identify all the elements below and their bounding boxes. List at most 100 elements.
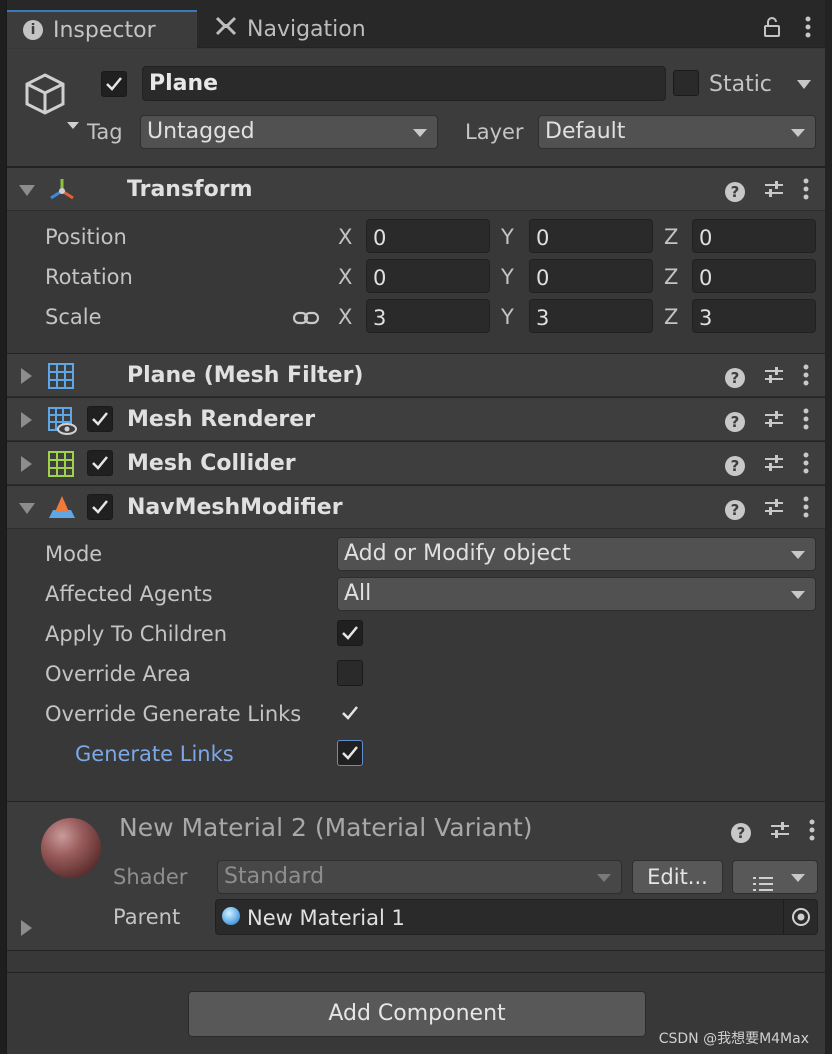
position-z-field[interactable]: 0	[692, 219, 816, 253]
mesh-renderer-icon	[47, 406, 77, 441]
presets-icon[interactable]	[763, 365, 785, 390]
mesh-renderer-enabled-checkbox[interactable]	[87, 406, 113, 432]
more-options-icon[interactable]	[803, 178, 809, 205]
foldout-closed-icon[interactable]	[21, 368, 32, 384]
shader-dropdown[interactable]: Standard	[217, 860, 622, 894]
more-options-icon[interactable]	[805, 16, 811, 43]
more-options-icon[interactable]	[803, 408, 809, 435]
tag-dropdown[interactable]: Untagged	[140, 115, 438, 149]
mesh-collider-title: Mesh Collider	[127, 451, 296, 476]
axis-x-label: X	[338, 225, 353, 249]
static-dropdown-icon[interactable]	[797, 80, 811, 89]
presets-icon[interactable]	[763, 453, 785, 478]
navmesh-modifier-body: Mode Add or Modify object Affected Agent…	[7, 529, 825, 801]
transform-body: Position Rotation Scale X 0 Y 0 Z 0 X 0 …	[7, 211, 825, 352]
navmesh-modifier-enabled-checkbox[interactable]	[87, 494, 113, 520]
mesh-renderer-header[interactable]: Mesh Renderer ?	[7, 397, 825, 441]
navmesh-modifier-title: NavMeshModifier	[127, 495, 343, 520]
generate-links-label: Generate Links	[75, 742, 234, 766]
mode-dropdown[interactable]: Add or Modify object	[337, 537, 816, 571]
gameobject-cube-icon[interactable]	[21, 69, 81, 134]
help-icon[interactable]: ?	[725, 367, 745, 388]
position-x-field[interactable]: 0	[366, 219, 490, 253]
layer-dropdown-arrow-icon	[791, 129, 805, 137]
scale-x-field[interactable]: 3	[366, 299, 490, 333]
mesh-collider-icon	[47, 450, 75, 483]
object-picker-icon[interactable]	[783, 900, 817, 934]
more-options-icon[interactable]	[809, 819, 815, 846]
position-label: Position	[45, 225, 127, 249]
active-checkbox[interactable]	[101, 71, 127, 97]
static-checkbox[interactable]	[673, 70, 699, 96]
navmesh-modifier-icon	[47, 494, 77, 527]
help-icon[interactable]: ?	[725, 411, 745, 432]
affected-agents-value: All	[344, 581, 372, 606]
presets-icon[interactable]	[763, 179, 785, 204]
scale-z-field[interactable]: 3	[692, 299, 816, 333]
rotation-y-field[interactable]: 0	[529, 259, 653, 293]
presets-icon[interactable]	[763, 497, 785, 522]
add-component-button[interactable]: Add Component	[188, 991, 646, 1037]
foldout-closed-icon[interactable]	[21, 456, 32, 472]
more-options-icon[interactable]	[803, 496, 809, 523]
layer-value: Default	[545, 119, 626, 144]
mesh-filter-header[interactable]: Plane (Mesh Filter) ?	[7, 353, 825, 397]
transform-header[interactable]: Transform ?	[7, 167, 825, 211]
material-section: New Material 2 (Material Variant) ? Shad…	[7, 801, 825, 951]
material-preview-sphere[interactable]	[41, 818, 101, 878]
help-icon[interactable]: ?	[731, 822, 751, 843]
rotation-x-field[interactable]: 0	[366, 259, 490, 293]
shader-value: Standard	[224, 864, 325, 889]
apply-to-children-checkbox[interactable]	[337, 620, 363, 646]
lock-icon[interactable]	[763, 16, 781, 43]
edit-shader-button[interactable]: Edit...	[632, 860, 723, 894]
more-options-icon[interactable]	[803, 452, 809, 479]
divider	[7, 972, 825, 973]
rotation-label: Rotation	[45, 265, 133, 289]
layer-label: Layer	[465, 120, 524, 144]
watermark: CSDN @我想要M4Max	[658, 1031, 809, 1047]
navmesh-modifier-header[interactable]: NavMeshModifier ?	[7, 485, 825, 529]
tag-value: Untagged	[147, 119, 255, 144]
generate-links-checkbox[interactable]	[337, 740, 363, 766]
apply-to-children-label: Apply To Children	[45, 622, 228, 646]
parent-object-field[interactable]: New Material 1	[215, 899, 818, 935]
tab-inspector-label: Inspector	[53, 17, 156, 43]
axis-y-label: Y	[501, 265, 514, 289]
presets-icon[interactable]	[769, 820, 791, 845]
axis-z-label: Z	[664, 265, 679, 289]
foldout-open-icon[interactable]	[19, 503, 35, 514]
help-icon[interactable]: ?	[725, 455, 745, 476]
axis-z-label: Z	[664, 225, 679, 249]
navigation-icon	[215, 16, 237, 42]
parent-label: Parent	[113, 905, 181, 929]
help-icon[interactable]: ?	[725, 181, 745, 202]
constrain-proportions-link-icon[interactable]	[292, 307, 320, 331]
affected-agents-dropdown[interactable]: All	[337, 577, 816, 611]
mesh-filter-title: Plane (Mesh Filter)	[127, 363, 364, 388]
info-icon: i	[23, 20, 43, 40]
tag-dropdown-arrow-icon	[413, 129, 427, 137]
foldout-open-icon[interactable]	[19, 185, 35, 196]
mesh-collider-enabled-checkbox[interactable]	[87, 450, 113, 476]
tab-inspector[interactable]: i Inspector	[7, 10, 197, 48]
mode-label: Mode	[45, 542, 103, 566]
layer-dropdown[interactable]: Default	[538, 115, 816, 149]
affected-agents-dropdown-arrow-icon	[791, 591, 805, 599]
override-area-label: Override Area	[45, 662, 191, 686]
scale-y-field[interactable]: 3	[529, 299, 653, 333]
presets-icon[interactable]	[763, 409, 785, 434]
foldout-closed-icon[interactable]	[21, 412, 32, 428]
position-y-field[interactable]: 0	[529, 219, 653, 253]
override-generate-links-checkbox[interactable]	[337, 700, 363, 726]
shader-dropdown-arrow-icon	[597, 874, 611, 882]
rotation-z-field[interactable]: 0	[692, 259, 816, 293]
mesh-collider-header[interactable]: Mesh Collider ?	[7, 441, 825, 485]
material-foldout-closed-icon[interactable]	[21, 920, 32, 936]
help-icon[interactable]: ?	[725, 499, 745, 520]
more-options-icon[interactable]	[803, 364, 809, 391]
name-field[interactable]: Plane	[142, 66, 666, 101]
shader-options-button[interactable]	[732, 860, 818, 894]
override-area-checkbox[interactable]	[337, 660, 363, 686]
tab-navigation[interactable]: Navigation	[199, 10, 389, 48]
